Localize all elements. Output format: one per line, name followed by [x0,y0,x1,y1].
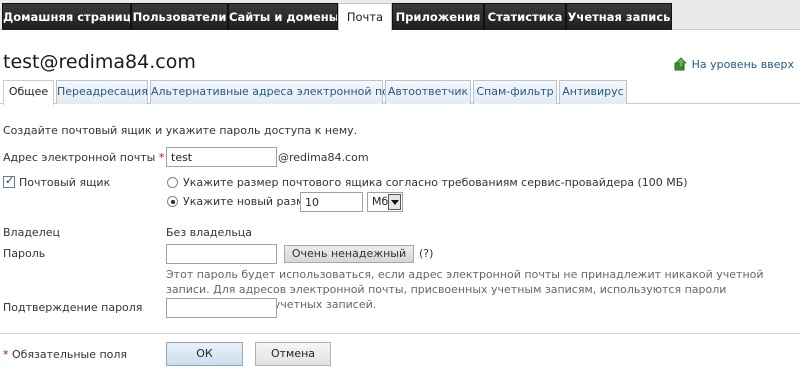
subtab-antivirus[interactable]: Антивирус [559,80,627,104]
tab-account[interactable]: Учетная запись [566,3,672,30]
subtab-general[interactable]: Общее [3,80,54,105]
tab-mail[interactable]: Почта [338,3,392,31]
size-default-label: Укажите размер почтового ящика согласно … [183,176,688,189]
ok-button[interactable]: ОК [166,342,243,366]
owner-label: Владелец [3,226,60,239]
size-custom-label: Укажите новый размер [183,195,319,208]
password-help-link[interactable]: (?) [419,247,433,260]
password-strength-indicator: Очень ненадежный [284,245,414,263]
mailbox-size-input[interactable] [300,192,363,212]
chevron-down-icon [388,194,401,210]
size-unit-value: Мб [372,195,389,208]
required-fields-note: * Обязательные поля [3,348,128,361]
mailbox-checkbox[interactable] [3,174,15,188]
subtab-alt-addresses[interactable]: Альтернативные адреса электронной почты [150,80,411,104]
email-field[interactable] [166,147,277,167]
subtab-forwarding[interactable]: Переадресация [56,80,148,104]
tab-sites-domains[interactable]: Сайты и домены [228,3,338,30]
password-field[interactable] [166,244,277,264]
size-unit-select[interactable]: Мб [367,192,403,212]
tab-users[interactable]: Пользователи [131,3,228,30]
up-level-label: На уровень вверх [691,57,794,71]
up-level-icon [674,57,688,71]
confirm-password-field[interactable] [166,298,277,318]
intro-text: Создайте почтовый ящик и укажите пароль … [3,124,358,137]
cancel-button[interactable]: Отмена [255,342,331,366]
top-navigation: Домашняя страница Пользователи Сайты и д… [0,0,800,31]
page-title: test@redima84.com [3,51,196,73]
confirm-password-label: Подтверждение пароля [3,301,143,314]
tab-statistics[interactable]: Статистика [484,3,566,30]
size-custom-radio[interactable] [167,196,178,207]
divider [0,333,800,334]
tab-home[interactable]: Домашняя страница [2,3,131,30]
subtabs: Общее Переадресация Альтернативные адрес… [0,78,800,105]
owner-value: Без владельца [166,226,253,239]
mailbox-label: Почтовый ящик [19,176,111,189]
subtab-autoresponder[interactable]: Автоответчик [385,80,471,104]
up-level-link[interactable]: На уровень вверх [674,57,794,71]
tab-applications[interactable]: Приложения [392,3,484,30]
subtab-spam-filter[interactable]: Спам-фильтр [473,80,557,104]
email-label: Адрес электронной почты * [3,151,165,164]
password-label: Пароль [3,247,46,260]
size-default-radio[interactable] [167,177,178,188]
email-domain: @redima84.com [278,151,369,164]
